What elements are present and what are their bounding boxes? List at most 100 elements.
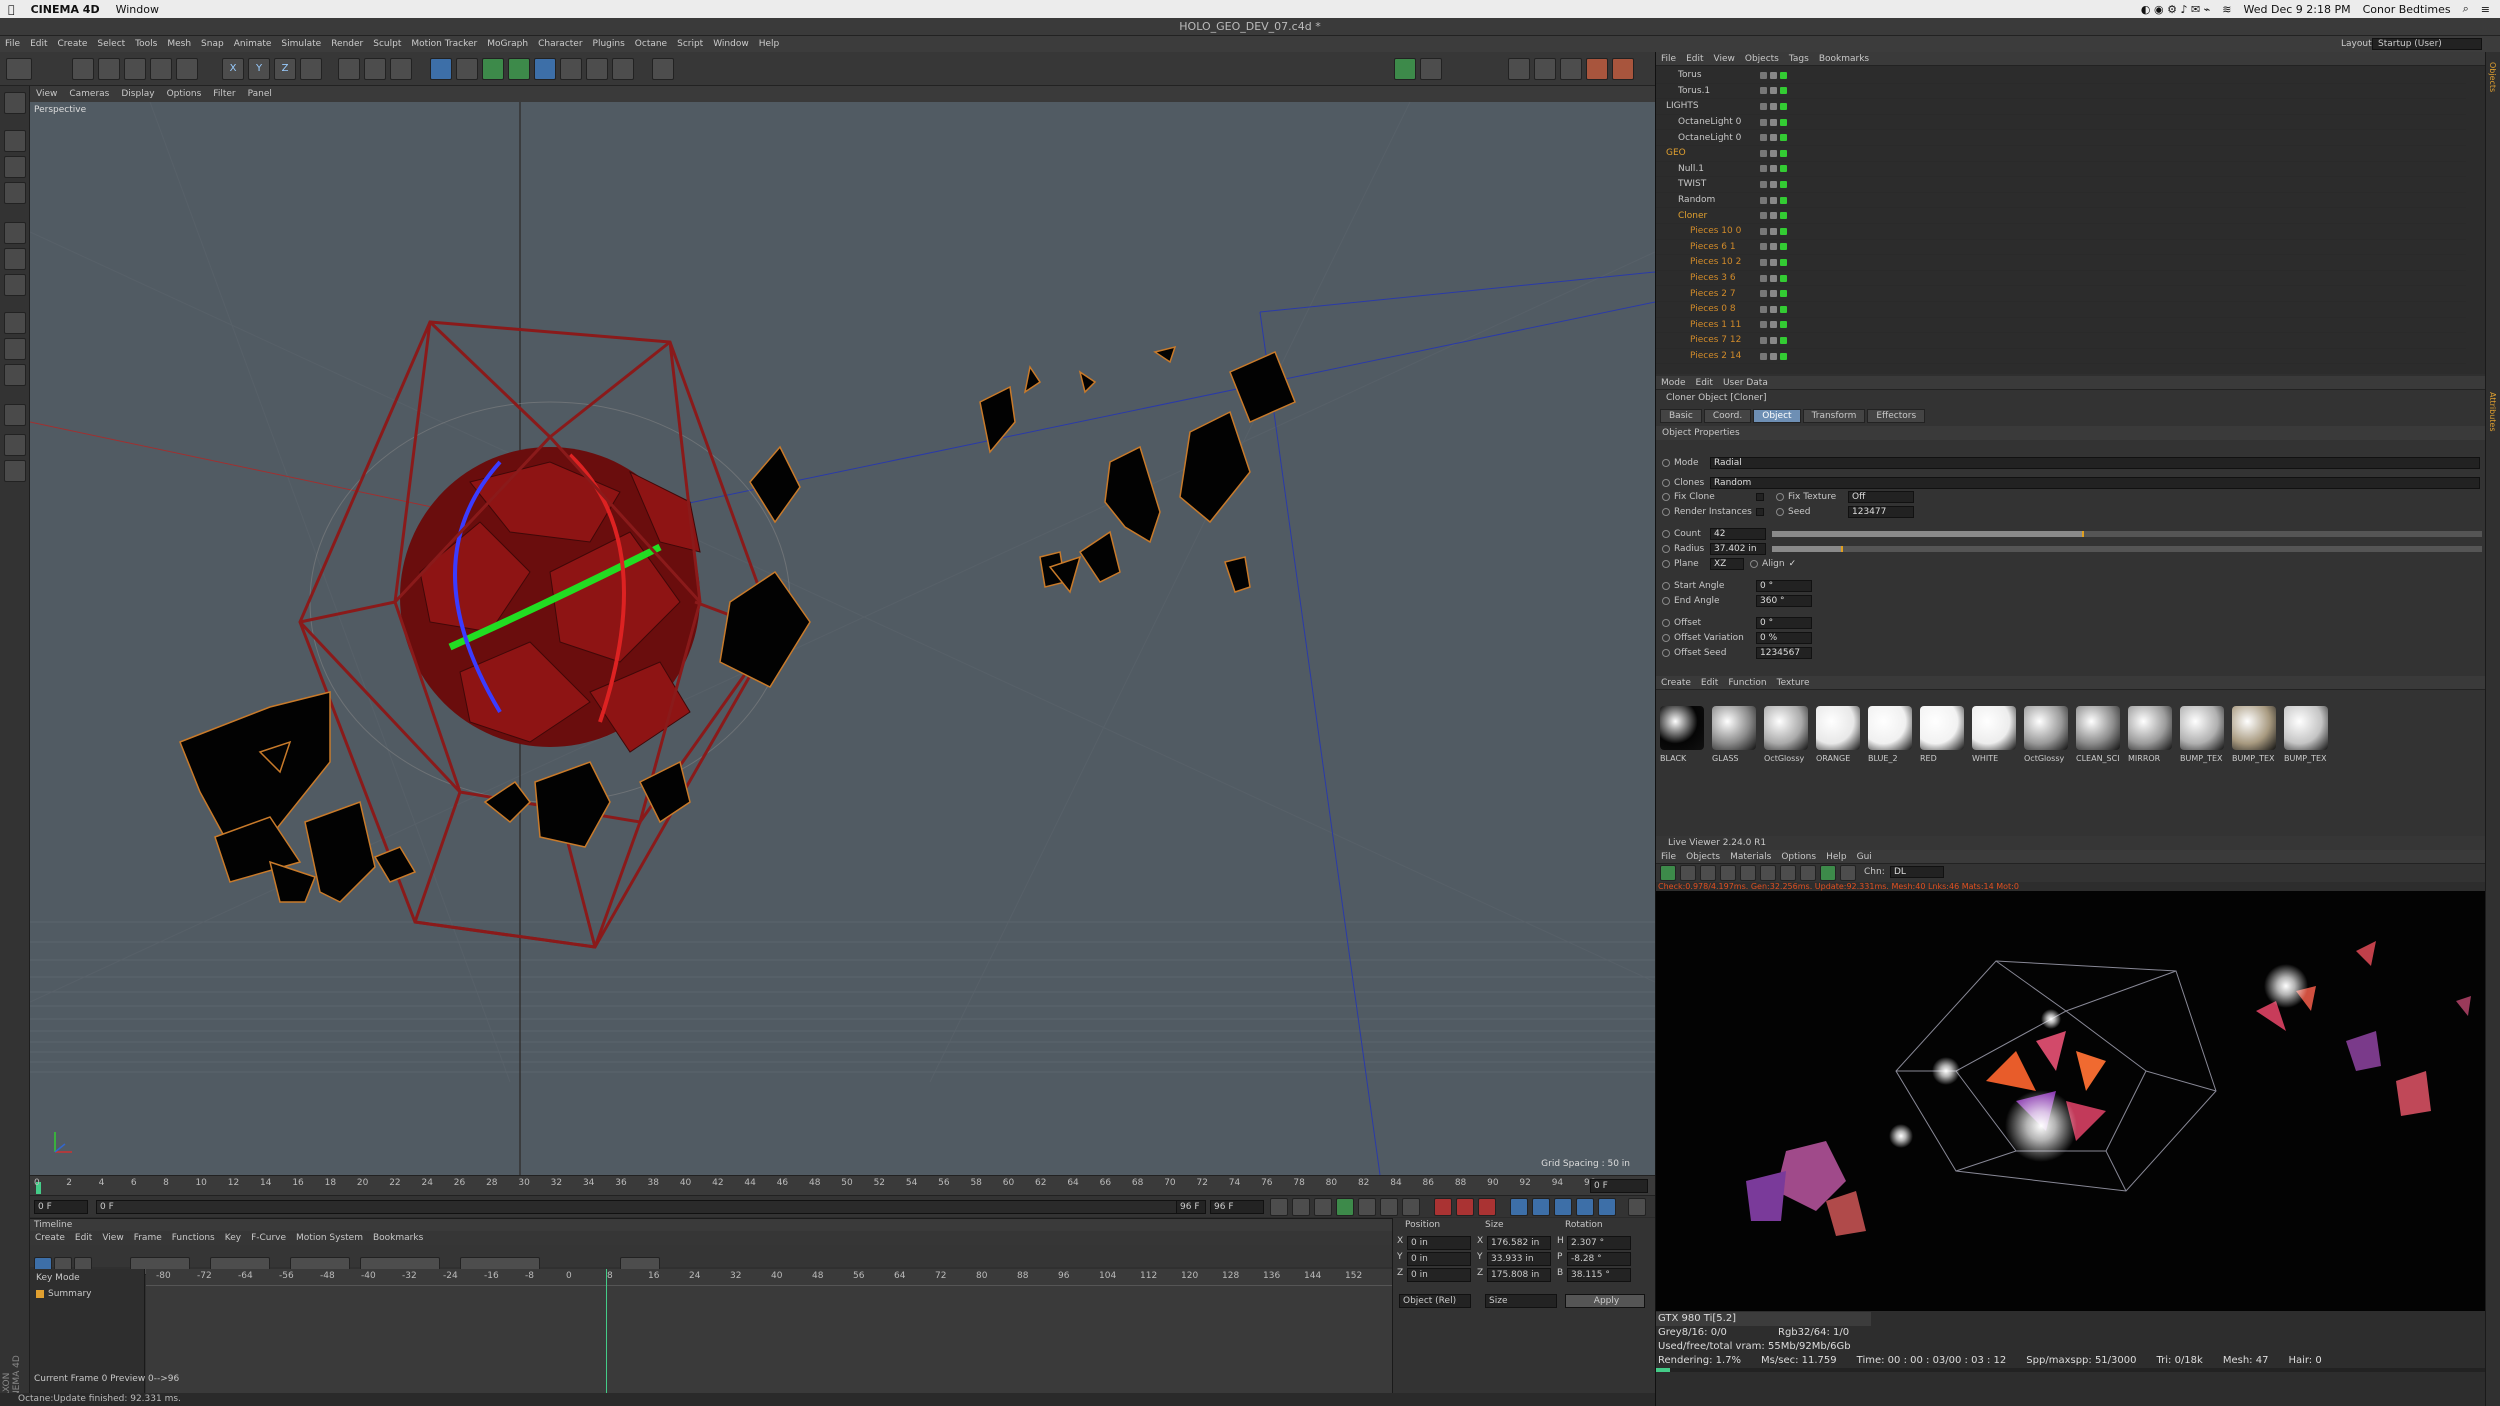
visibility-dot-icon[interactable] [1770,87,1777,95]
spotlight-icon[interactable]: ⌕ [2463,2,2469,16]
visibility-dot-icon[interactable] [1770,243,1777,251]
live-select-icon[interactable] [176,58,198,80]
object-flags[interactable] [1760,290,1787,298]
radius-dot[interactable] [1662,545,1670,553]
axis-icon[interactable] [4,312,26,334]
coord-mode-select[interactable]: Object (Rel) [1399,1294,1471,1308]
points-mode-icon[interactable] [4,222,26,244]
count-slider[interactable] [1772,531,2482,537]
object-row[interactable]: Pieces 1 11 [1656,318,2466,334]
menu-plugins[interactable]: Plugins [588,39,630,49]
end-angle-input[interactable]: 360 ° [1756,595,1812,607]
y-axis-icon[interactable]: Y [248,58,270,80]
visibility-dot-icon[interactable] [1780,274,1787,282]
object-flags[interactable] [1760,71,1787,79]
object-flags[interactable] [1760,274,1787,282]
object-row[interactable]: Random [1656,193,2466,209]
menu-clock[interactable]: Wed Dec 9 2:18 PM [2244,3,2351,16]
tweak-icon[interactable] [4,338,26,360]
status-icons[interactable]: ◐ ◉ ⚙ ♪ ✉ ⌁ [2141,3,2210,16]
object-flags[interactable] [1760,336,1787,344]
grid-icon[interactable] [4,434,26,456]
prev-frame-icon[interactable] [1314,1198,1332,1216]
material-swatch[interactable] [1660,706,1704,750]
go-to-end-icon[interactable] [1402,1198,1420,1216]
radius-slider[interactable] [1772,546,2482,552]
visibility-dot-icon[interactable] [1780,227,1787,235]
render-instances-dot[interactable] [1662,508,1670,516]
mat-menu-texture[interactable]: Texture [1772,678,1815,688]
visibility-dot-icon[interactable] [1760,165,1767,173]
attr-menu-edit[interactable]: Edit [1691,378,1718,388]
mat-menu-edit[interactable]: Edit [1696,678,1723,688]
vp-menu-cameras[interactable]: Cameras [63,89,115,99]
visibility-dot-icon[interactable] [1770,118,1777,126]
material-swatch[interactable] [1972,706,2016,750]
start-angle-input[interactable]: 0 ° [1756,580,1812,592]
floor-icon[interactable] [560,58,582,80]
visibility-dot-icon[interactable] [1760,321,1767,329]
tl-menu-key[interactable]: Key [220,1233,246,1243]
mode-select[interactable]: Radial [1710,457,2480,469]
object-row[interactable]: Null.1 [1656,162,2466,178]
lv-menu-options[interactable]: Options [1776,852,1821,862]
lv-menu-gui[interactable]: Gui [1852,852,1877,862]
material-swatch[interactable] [2024,706,2068,750]
vp-menu-panel[interactable]: Panel [242,89,278,99]
mat-menu-function[interactable]: Function [1723,678,1771,688]
timeline-graph[interactable]: -80 -72 -64 -56 -48 -40 -32 -24 -16 -8 0 8 16 24 32 40 4… [146,1269,1392,1394]
menu-mograph[interactable]: MoGraph [482,39,533,49]
menu-sculpt[interactable]: Sculpt [368,39,406,49]
menu-snap[interactable]: Snap [196,39,229,49]
objects-side-tab[interactable]: Objects [2488,62,2497,92]
render-view-icon[interactable] [338,58,360,80]
om-menu-view[interactable]: View [1709,54,1740,64]
x-axis-icon[interactable]: X [222,58,244,80]
plane-select[interactable]: XZ [1710,558,1744,570]
visibility-dot-icon[interactable] [1780,243,1787,251]
visibility-dot-icon[interactable] [1760,196,1767,204]
offset-variation-input[interactable]: 0 % [1756,632,1812,644]
visibility-dot-icon[interactable] [1770,258,1777,266]
visibility-dot-icon[interactable] [1780,180,1787,188]
offset-seed-dot[interactable] [1662,649,1670,657]
clones-anim-dot[interactable] [1662,479,1670,487]
menu-render[interactable]: Render [326,39,368,49]
visibility-dot-icon[interactable] [1760,352,1767,360]
seed-input[interactable]: 123477 [1848,506,1914,518]
visibility-dot-icon[interactable] [1760,134,1767,142]
visibility-dot-icon[interactable] [1780,290,1787,298]
visibility-dot-icon[interactable] [1770,102,1777,110]
object-row[interactable]: Pieces 7 12 [1656,333,2466,349]
next-frame-icon[interactable] [1358,1198,1376,1216]
z-axis-icon[interactable]: Z [274,58,296,80]
om-menu-bookmarks[interactable]: Bookmarks [1814,54,1874,64]
end-frame-field[interactable]: 96 F [1210,1200,1264,1214]
om-menu-objects[interactable]: Objects [1740,54,1784,64]
count-dot[interactable] [1662,530,1670,538]
visibility-dot-icon[interactable] [1760,71,1767,79]
mat-menu-create[interactable]: Create [1656,678,1696,688]
visibility-dot-icon[interactable] [1760,118,1767,126]
material-swatch[interactable] [2232,706,2276,750]
menu-window[interactable]: Window [708,39,754,49]
octane-icon-4[interactable] [1534,58,1556,80]
timeline-playhead[interactable] [606,1269,607,1394]
lv-send-scene-icon[interactable] [1660,865,1676,881]
visibility-dot-icon[interactable] [1770,352,1777,360]
clones-select[interactable]: Random [1710,477,2480,489]
lv-menu-materials[interactable]: Materials [1725,852,1776,862]
tl-menu-functions[interactable]: Functions [167,1233,220,1243]
workplane-icon[interactable] [4,182,26,204]
object-flags[interactable] [1760,243,1787,251]
menu-animate[interactable]: Animate [229,39,277,49]
object-flags[interactable] [1760,196,1787,204]
coord-size-input[interactable]: 176.582 in [1487,1236,1551,1250]
tab-transform[interactable]: Transform [1802,409,1866,423]
visibility-dot-icon[interactable] [1760,149,1767,157]
lv-restart-icon[interactable] [1680,865,1696,881]
lv-menu-help[interactable]: Help [1821,852,1852,862]
preview-end-field[interactable]: 96 F [1176,1200,1206,1214]
object-flags[interactable] [1760,227,1787,235]
vp-menu-options[interactable]: Options [161,89,208,99]
